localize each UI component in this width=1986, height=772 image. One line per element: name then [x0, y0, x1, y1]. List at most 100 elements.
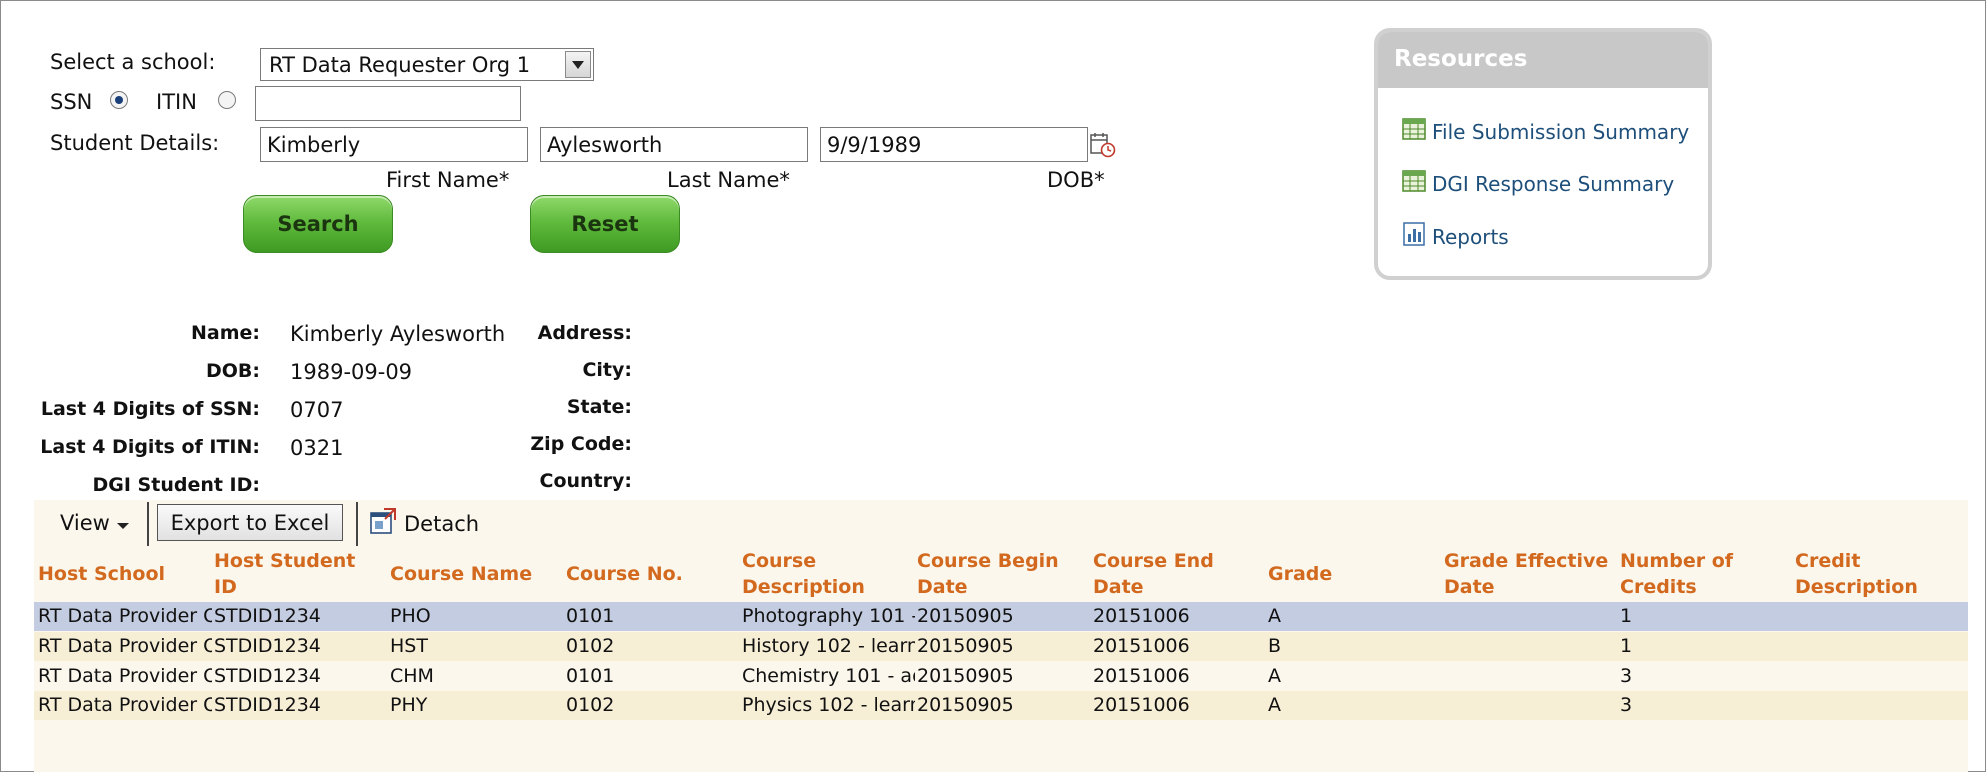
table-row[interactable]: RT Data Provider Org 1STDID1234 PHO 0101 Ph… — [34, 602, 1968, 631]
itin-radio[interactable] — [218, 91, 236, 109]
reports-link[interactable]: Reports — [1402, 222, 1509, 251]
student-details-label: Student Details: — [50, 131, 220, 155]
reset-button[interactable]: Reset — [530, 195, 680, 253]
column-header[interactable]: Grade Effective Date — [1444, 548, 1612, 600]
table-row[interactable]: RT Data Provider Org 1STDID1234 CHM 0101 Ch… — [34, 662, 1968, 691]
table-cell: 20151006 — [1093, 635, 1190, 657]
detach-icon — [370, 508, 396, 539]
table-cell: 20150905 — [917, 635, 1014, 657]
table-cell: STDID1234 — [214, 635, 321, 657]
id-number-input[interactable] — [255, 86, 521, 121]
table-cell: 3 — [1620, 665, 1633, 687]
name-value: Kimberly Aylesworth — [290, 322, 506, 346]
toolbar-divider — [356, 502, 358, 546]
state-label: State: — [566, 396, 632, 418]
itin4-label: Last 4 Digits of ITIN: — [40, 436, 260, 458]
ssn4-label: Last 4 Digits of SSN: — [40, 398, 260, 420]
table-cell: 3 — [1620, 694, 1633, 716]
last-name-input[interactable]: Aylesworth — [540, 127, 808, 162]
table-cell: A — [1268, 665, 1281, 687]
chevron-down-icon[interactable] — [565, 51, 591, 78]
table-cell: 0102 — [566, 635, 615, 657]
view-menu-label: View — [60, 511, 110, 535]
table-icon — [1402, 170, 1426, 197]
column-header[interactable]: Host School — [38, 561, 208, 587]
table-cell: 20150905 — [917, 665, 1014, 687]
detach-label: Detach — [404, 511, 480, 536]
table-cell: 0102 — [566, 694, 615, 716]
table-cell: 0101 — [566, 605, 615, 627]
dob-detail-label: DOB: — [205, 360, 260, 382]
itin4-value: 0321 — [290, 436, 344, 460]
detach-button[interactable]: Detach — [370, 508, 479, 539]
table-cell: PHY — [390, 694, 428, 716]
table-cell: PHO — [390, 605, 431, 627]
column-header[interactable]: Course Description — [742, 548, 910, 600]
table-row[interactable]: RT Data Provider Org 1STDID1234 PHY 0102 Ph… — [34, 691, 1968, 720]
column-header[interactable]: Course Begin Date — [917, 548, 1085, 600]
school-select-value: RT Data Requester Org 1 — [269, 53, 531, 77]
table-cell: RT Data Provider Org 1 — [38, 694, 212, 716]
grid-toolbar: View Export to Excel Detach — [34, 500, 1968, 546]
table-cell: 20150905 — [917, 694, 1014, 716]
address-label: Address: — [537, 322, 632, 344]
table-cell: STDID1234 — [214, 694, 321, 716]
first-name-input[interactable]: Kimberly — [260, 127, 528, 162]
column-header[interactable]: Grade — [1268, 561, 1436, 587]
table-cell: 0101 — [566, 665, 615, 687]
bar-chart-icon — [1402, 222, 1426, 251]
column-header[interactable]: Course Name — [390, 561, 558, 587]
ssn-label: SSN — [50, 90, 93, 114]
calendar-icon[interactable] — [1090, 132, 1116, 162]
table-cell: B — [1268, 635, 1282, 657]
table-cell: STDID1234 — [214, 605, 321, 627]
school-label: Select a school: — [50, 50, 216, 74]
export-to-excel-button[interactable]: Export to Excel — [157, 504, 343, 541]
table-cell: CHM — [390, 665, 434, 687]
toolbar-divider — [147, 502, 149, 546]
dob-caption: DOB* — [1047, 168, 1105, 192]
dgi-response-summary-link[interactable]: DGI Response Summary — [1402, 170, 1674, 197]
table-cell: Photography 101 - learn — [742, 605, 915, 627]
view-menu[interactable]: View — [60, 511, 129, 535]
column-header[interactable]: Number of Credits — [1620, 548, 1788, 600]
table-cell: RT Data Provider Org 1 — [38, 635, 212, 657]
table-cell: History 102 - learn — [742, 635, 915, 657]
table-cell: 20151006 — [1093, 605, 1190, 627]
caret-down-icon — [116, 511, 129, 535]
reports-label: Reports — [1432, 224, 1509, 249]
table-cell: A — [1268, 605, 1281, 627]
table-cell: Chemistry 101 - advanced — [742, 665, 915, 687]
file-submission-summary-label: File Submission Summary — [1432, 119, 1690, 144]
table-cell: Physics 102 - learn — [742, 694, 915, 716]
column-header[interactable]: Credit Description — [1795, 548, 1963, 600]
name-label: Name: — [190, 322, 260, 344]
file-submission-summary-link[interactable]: File Submission Summary — [1402, 118, 1689, 145]
ssn-radio[interactable] — [110, 91, 128, 109]
itin-label: ITIN — [156, 90, 197, 114]
zip-code-label: Zip Code: — [530, 433, 632, 455]
country-label: Country: — [539, 470, 633, 492]
search-button[interactable]: Search — [243, 195, 393, 253]
resources-panel: Resources File Submission Summary DGI Re… — [1374, 28, 1712, 280]
table-icon — [1402, 118, 1426, 145]
table-cell: 20150905 — [917, 605, 1014, 627]
school-select[interactable]: RT Data Requester Org 1 — [260, 48, 594, 81]
first-name-caption: First Name* — [386, 168, 510, 192]
last-name-caption: Last Name* — [667, 168, 790, 192]
table-cell: HST — [390, 635, 428, 657]
dob-input[interactable]: 9/9/1989 — [820, 127, 1088, 162]
dgi-student-id-label: DGI Student ID: — [92, 474, 261, 496]
column-header[interactable]: Course No. — [566, 561, 734, 587]
dob-detail-value: 1989-09-09 — [290, 360, 413, 384]
column-header[interactable]: Course End Date — [1093, 548, 1261, 600]
table-cell: 20151006 — [1093, 694, 1190, 716]
column-header[interactable]: Host Student ID — [214, 548, 382, 600]
ssn4-value: 0707 — [290, 398, 344, 422]
table-cell: RT Data Provider Org 1 — [38, 605, 212, 627]
table-row[interactable]: RT Data Provider Org 1STDID1234 HST 0102 Hi… — [34, 632, 1968, 661]
resources-title: Resources — [1378, 32, 1708, 88]
table-cell: STDID1234 — [214, 665, 321, 687]
table-cell: 1 — [1620, 605, 1633, 627]
dgi-response-summary-label: DGI Response Summary — [1432, 171, 1675, 196]
